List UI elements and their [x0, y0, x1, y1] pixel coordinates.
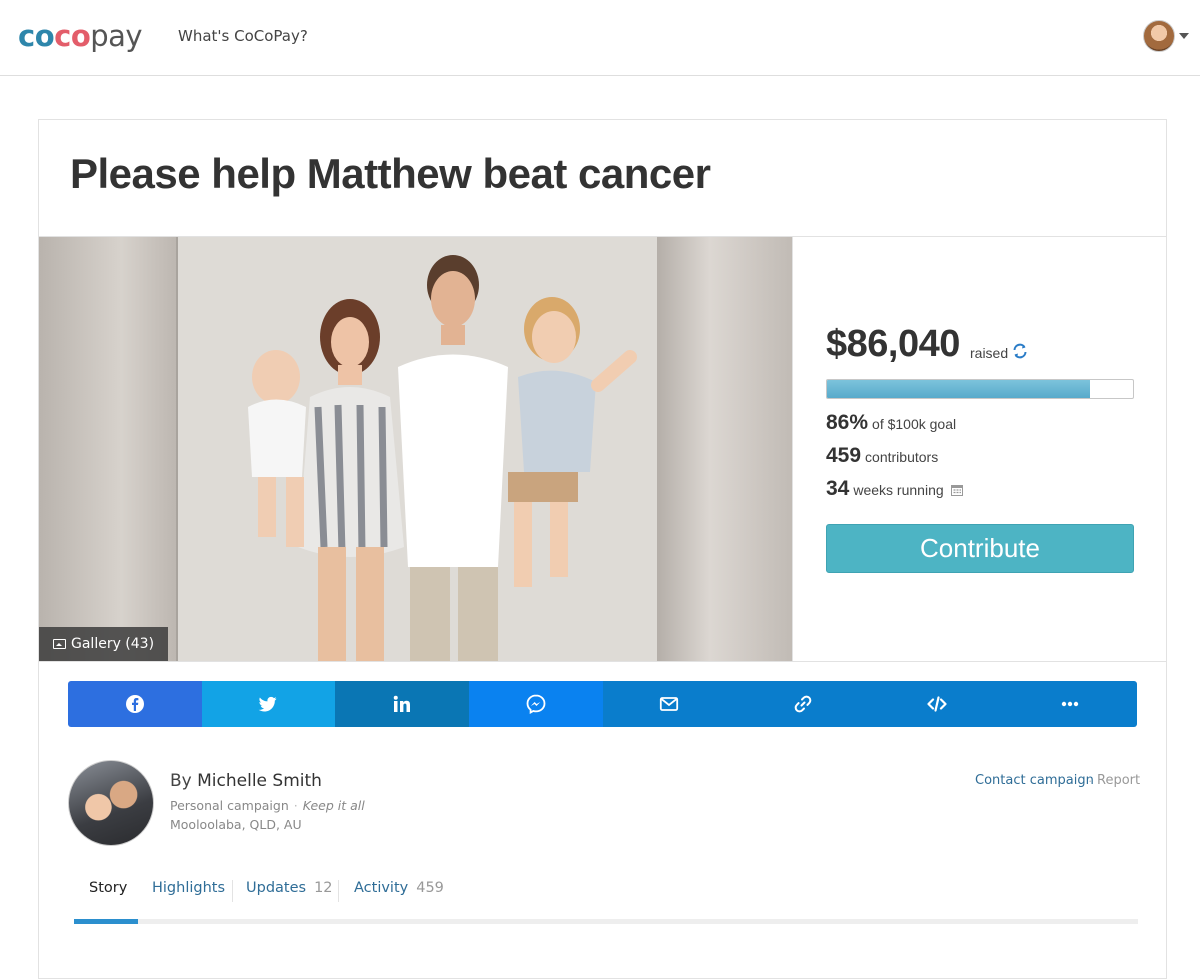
- campaign-title: Please help Matthew beat cancer: [70, 150, 711, 197]
- contributors-stat: 459 contributors: [826, 444, 939, 467]
- author-name[interactable]: Michelle Smith: [197, 771, 322, 791]
- tab-divider: [338, 880, 339, 902]
- divider: [39, 661, 1166, 662]
- facebook-icon: [125, 695, 144, 713]
- photo-main: [176, 237, 657, 661]
- user-avatar[interactable]: [1143, 20, 1175, 52]
- separator-dot: ·: [1088, 773, 1093, 788]
- fundraising-stats: $86,040 raised 86% of $100k goal 459 contr…: [792, 237, 1167, 661]
- more-icon: [1061, 701, 1079, 707]
- campaign-photo[interactable]: Gallery (43): [39, 237, 792, 661]
- refresh-icon[interactable]: [1012, 343, 1028, 359]
- author-byline: By Michelle Smith: [170, 771, 322, 791]
- tab-active-indicator: [74, 919, 138, 924]
- share-messenger-button[interactable]: [468, 681, 603, 727]
- campaign-meta: Personal campaign · Keep it all: [170, 798, 365, 813]
- twitter-icon: [259, 696, 277, 712]
- email-icon: [660, 697, 679, 711]
- tab-track: [74, 919, 1138, 924]
- author-avatar[interactable]: [68, 760, 154, 846]
- weeks-stat: 34 weeks running: [826, 477, 963, 501]
- contact-campaign-link[interactable]: Contact campaign: [975, 773, 1094, 788]
- gallery-label: Gallery (43): [71, 636, 155, 652]
- calendar-icon: [950, 485, 963, 496]
- top-navbar: cocopay What's CoCoPay?: [0, 0, 1200, 76]
- progress-fill: [827, 380, 1091, 398]
- share-linkedin-button[interactable]: [335, 681, 469, 727]
- share-twitter-button[interactable]: [201, 681, 336, 727]
- share-email-button[interactable]: [602, 681, 737, 727]
- photo-blur-right: [655, 237, 792, 661]
- gallery-button[interactable]: Gallery (43): [39, 627, 169, 661]
- share-link-button[interactable]: [736, 681, 870, 727]
- tab-activity[interactable]: Activity 459: [354, 880, 444, 896]
- campaign-location: Mooloolaba, QLD, AU: [170, 817, 302, 832]
- code-icon: [926, 696, 947, 712]
- share-bar: [68, 681, 1137, 727]
- share-facebook-button[interactable]: [68, 681, 202, 727]
- family-photo-illustration: [178, 237, 657, 661]
- tab-divider: [232, 880, 233, 902]
- nav-whats-cocopay[interactable]: What's CoCoPay?: [178, 27, 308, 45]
- share-more-button[interactable]: [1003, 681, 1137, 727]
- share-embed-button[interactable]: [869, 681, 1004, 727]
- amount-raised: $86,040: [826, 323, 960, 365]
- tab-updates[interactable]: Updates 12: [246, 880, 333, 896]
- cocopay-logo[interactable]: cocopay: [18, 18, 143, 54]
- raised-label: raised: [970, 345, 1009, 361]
- link-icon: [794, 695, 812, 713]
- tab-story[interactable]: Story: [89, 880, 127, 896]
- contribute-button[interactable]: Contribute: [826, 524, 1134, 573]
- goal-stat: 86% of $100k goal: [826, 411, 957, 434]
- campaign-card: Please help Matthew beat cancer Gallery …: [38, 119, 1167, 979]
- photo-blur-left: [39, 237, 176, 661]
- report-link[interactable]: Report: [1097, 773, 1140, 788]
- messenger-icon: [526, 694, 546, 714]
- chevron-down-icon[interactable]: [1179, 33, 1189, 39]
- tab-highlights[interactable]: Highlights: [152, 880, 225, 896]
- linkedin-icon: [393, 695, 411, 712]
- image-icon: [53, 639, 66, 649]
- progress-bar: [826, 379, 1134, 399]
